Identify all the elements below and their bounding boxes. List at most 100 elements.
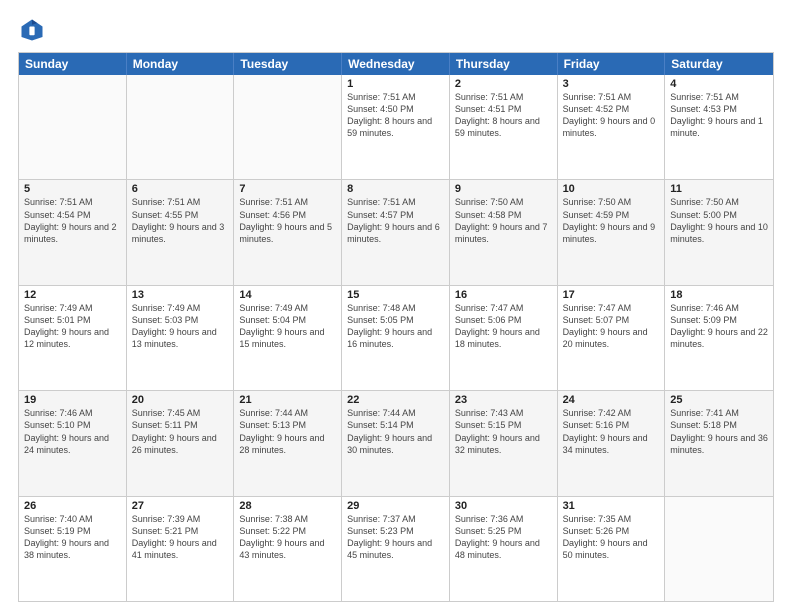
empty-cell bbox=[127, 75, 235, 179]
day-cell-15: 15Sunrise: 7:48 AM Sunset: 5:05 PM Dayli… bbox=[342, 286, 450, 390]
empty-cell bbox=[19, 75, 127, 179]
weekday-header-thursday: Thursday bbox=[450, 53, 558, 75]
day-number: 16 bbox=[455, 289, 552, 301]
day-info: Sunrise: 7:44 AM Sunset: 5:14 PM Dayligh… bbox=[347, 407, 444, 456]
day-cell-30: 30Sunrise: 7:36 AM Sunset: 5:25 PM Dayli… bbox=[450, 497, 558, 601]
empty-cell bbox=[234, 75, 342, 179]
day-number: 21 bbox=[239, 394, 336, 406]
calendar-body: 1Sunrise: 7:51 AM Sunset: 4:50 PM Daylig… bbox=[19, 75, 773, 601]
day-number: 11 bbox=[670, 183, 768, 195]
day-number: 20 bbox=[132, 394, 229, 406]
weekday-header-tuesday: Tuesday bbox=[234, 53, 342, 75]
calendar-row-4: 19Sunrise: 7:46 AM Sunset: 5:10 PM Dayli… bbox=[19, 390, 773, 495]
weekday-header-monday: Monday bbox=[127, 53, 235, 75]
day-info: Sunrise: 7:38 AM Sunset: 5:22 PM Dayligh… bbox=[239, 513, 336, 562]
day-info: Sunrise: 7:47 AM Sunset: 5:06 PM Dayligh… bbox=[455, 302, 552, 351]
day-info: Sunrise: 7:39 AM Sunset: 5:21 PM Dayligh… bbox=[132, 513, 229, 562]
day-number: 19 bbox=[24, 394, 121, 406]
day-info: Sunrise: 7:51 AM Sunset: 4:50 PM Dayligh… bbox=[347, 91, 444, 140]
day-info: Sunrise: 7:37 AM Sunset: 5:23 PM Dayligh… bbox=[347, 513, 444, 562]
day-number: 3 bbox=[563, 78, 660, 90]
day-number: 22 bbox=[347, 394, 444, 406]
day-info: Sunrise: 7:51 AM Sunset: 4:51 PM Dayligh… bbox=[455, 91, 552, 140]
day-info: Sunrise: 7:41 AM Sunset: 5:18 PM Dayligh… bbox=[670, 407, 768, 456]
day-cell-11: 11Sunrise: 7:50 AM Sunset: 5:00 PM Dayli… bbox=[665, 180, 773, 284]
day-number: 15 bbox=[347, 289, 444, 301]
day-info: Sunrise: 7:50 AM Sunset: 4:59 PM Dayligh… bbox=[563, 196, 660, 245]
day-number: 9 bbox=[455, 183, 552, 195]
day-cell-31: 31Sunrise: 7:35 AM Sunset: 5:26 PM Dayli… bbox=[558, 497, 666, 601]
day-cell-7: 7Sunrise: 7:51 AM Sunset: 4:56 PM Daylig… bbox=[234, 180, 342, 284]
calendar-header: SundayMondayTuesdayWednesdayThursdayFrid… bbox=[19, 53, 773, 75]
weekday-header-friday: Friday bbox=[558, 53, 666, 75]
day-cell-2: 2Sunrise: 7:51 AM Sunset: 4:51 PM Daylig… bbox=[450, 75, 558, 179]
day-info: Sunrise: 7:45 AM Sunset: 5:11 PM Dayligh… bbox=[132, 407, 229, 456]
day-number: 27 bbox=[132, 500, 229, 512]
day-info: Sunrise: 7:49 AM Sunset: 5:03 PM Dayligh… bbox=[132, 302, 229, 351]
day-info: Sunrise: 7:42 AM Sunset: 5:16 PM Dayligh… bbox=[563, 407, 660, 456]
day-cell-13: 13Sunrise: 7:49 AM Sunset: 5:03 PM Dayli… bbox=[127, 286, 235, 390]
day-cell-5: 5Sunrise: 7:51 AM Sunset: 4:54 PM Daylig… bbox=[19, 180, 127, 284]
day-cell-14: 14Sunrise: 7:49 AM Sunset: 5:04 PM Dayli… bbox=[234, 286, 342, 390]
day-info: Sunrise: 7:40 AM Sunset: 5:19 PM Dayligh… bbox=[24, 513, 121, 562]
day-cell-12: 12Sunrise: 7:49 AM Sunset: 5:01 PM Dayli… bbox=[19, 286, 127, 390]
day-cell-10: 10Sunrise: 7:50 AM Sunset: 4:59 PM Dayli… bbox=[558, 180, 666, 284]
day-cell-16: 16Sunrise: 7:47 AM Sunset: 5:06 PM Dayli… bbox=[450, 286, 558, 390]
day-number: 2 bbox=[455, 78, 552, 90]
day-number: 18 bbox=[670, 289, 768, 301]
day-cell-24: 24Sunrise: 7:42 AM Sunset: 5:16 PM Dayli… bbox=[558, 391, 666, 495]
day-cell-6: 6Sunrise: 7:51 AM Sunset: 4:55 PM Daylig… bbox=[127, 180, 235, 284]
day-info: Sunrise: 7:49 AM Sunset: 5:01 PM Dayligh… bbox=[24, 302, 121, 351]
day-cell-20: 20Sunrise: 7:45 AM Sunset: 5:11 PM Dayli… bbox=[127, 391, 235, 495]
day-number: 30 bbox=[455, 500, 552, 512]
calendar-row-3: 12Sunrise: 7:49 AM Sunset: 5:01 PM Dayli… bbox=[19, 285, 773, 390]
day-number: 28 bbox=[239, 500, 336, 512]
calendar: SundayMondayTuesdayWednesdayThursdayFrid… bbox=[18, 52, 774, 602]
day-cell-21: 21Sunrise: 7:44 AM Sunset: 5:13 PM Dayli… bbox=[234, 391, 342, 495]
logo-icon bbox=[18, 16, 46, 44]
day-info: Sunrise: 7:51 AM Sunset: 4:54 PM Dayligh… bbox=[24, 196, 121, 245]
day-info: Sunrise: 7:48 AM Sunset: 5:05 PM Dayligh… bbox=[347, 302, 444, 351]
day-number: 25 bbox=[670, 394, 768, 406]
day-cell-1: 1Sunrise: 7:51 AM Sunset: 4:50 PM Daylig… bbox=[342, 75, 450, 179]
day-cell-28: 28Sunrise: 7:38 AM Sunset: 5:22 PM Dayli… bbox=[234, 497, 342, 601]
day-number: 26 bbox=[24, 500, 121, 512]
calendar-row-1: 1Sunrise: 7:51 AM Sunset: 4:50 PM Daylig… bbox=[19, 75, 773, 179]
day-info: Sunrise: 7:51 AM Sunset: 4:53 PM Dayligh… bbox=[670, 91, 768, 140]
weekday-header-sunday: Sunday bbox=[19, 53, 127, 75]
day-cell-18: 18Sunrise: 7:46 AM Sunset: 5:09 PM Dayli… bbox=[665, 286, 773, 390]
day-number: 23 bbox=[455, 394, 552, 406]
day-number: 6 bbox=[132, 183, 229, 195]
day-number: 13 bbox=[132, 289, 229, 301]
day-info: Sunrise: 7:47 AM Sunset: 5:07 PM Dayligh… bbox=[563, 302, 660, 351]
page: SundayMondayTuesdayWednesdayThursdayFrid… bbox=[0, 0, 792, 612]
day-number: 4 bbox=[670, 78, 768, 90]
day-number: 24 bbox=[563, 394, 660, 406]
day-info: Sunrise: 7:50 AM Sunset: 4:58 PM Dayligh… bbox=[455, 196, 552, 245]
weekday-header-wednesday: Wednesday bbox=[342, 53, 450, 75]
day-info: Sunrise: 7:51 AM Sunset: 4:55 PM Dayligh… bbox=[132, 196, 229, 245]
day-cell-26: 26Sunrise: 7:40 AM Sunset: 5:19 PM Dayli… bbox=[19, 497, 127, 601]
day-cell-27: 27Sunrise: 7:39 AM Sunset: 5:21 PM Dayli… bbox=[127, 497, 235, 601]
day-number: 8 bbox=[347, 183, 444, 195]
day-cell-22: 22Sunrise: 7:44 AM Sunset: 5:14 PM Dayli… bbox=[342, 391, 450, 495]
day-info: Sunrise: 7:49 AM Sunset: 5:04 PM Dayligh… bbox=[239, 302, 336, 351]
header bbox=[18, 16, 774, 44]
day-cell-4: 4Sunrise: 7:51 AM Sunset: 4:53 PM Daylig… bbox=[665, 75, 773, 179]
calendar-row-5: 26Sunrise: 7:40 AM Sunset: 5:19 PM Dayli… bbox=[19, 496, 773, 601]
day-number: 17 bbox=[563, 289, 660, 301]
day-number: 5 bbox=[24, 183, 121, 195]
day-info: Sunrise: 7:46 AM Sunset: 5:10 PM Dayligh… bbox=[24, 407, 121, 456]
day-cell-29: 29Sunrise: 7:37 AM Sunset: 5:23 PM Dayli… bbox=[342, 497, 450, 601]
day-cell-17: 17Sunrise: 7:47 AM Sunset: 5:07 PM Dayli… bbox=[558, 286, 666, 390]
day-cell-3: 3Sunrise: 7:51 AM Sunset: 4:52 PM Daylig… bbox=[558, 75, 666, 179]
day-info: Sunrise: 7:44 AM Sunset: 5:13 PM Dayligh… bbox=[239, 407, 336, 456]
day-info: Sunrise: 7:51 AM Sunset: 4:57 PM Dayligh… bbox=[347, 196, 444, 245]
day-cell-23: 23Sunrise: 7:43 AM Sunset: 5:15 PM Dayli… bbox=[450, 391, 558, 495]
day-cell-8: 8Sunrise: 7:51 AM Sunset: 4:57 PM Daylig… bbox=[342, 180, 450, 284]
day-info: Sunrise: 7:43 AM Sunset: 5:15 PM Dayligh… bbox=[455, 407, 552, 456]
logo bbox=[18, 16, 50, 44]
day-info: Sunrise: 7:50 AM Sunset: 5:00 PM Dayligh… bbox=[670, 196, 768, 245]
day-number: 29 bbox=[347, 500, 444, 512]
day-number: 1 bbox=[347, 78, 444, 90]
